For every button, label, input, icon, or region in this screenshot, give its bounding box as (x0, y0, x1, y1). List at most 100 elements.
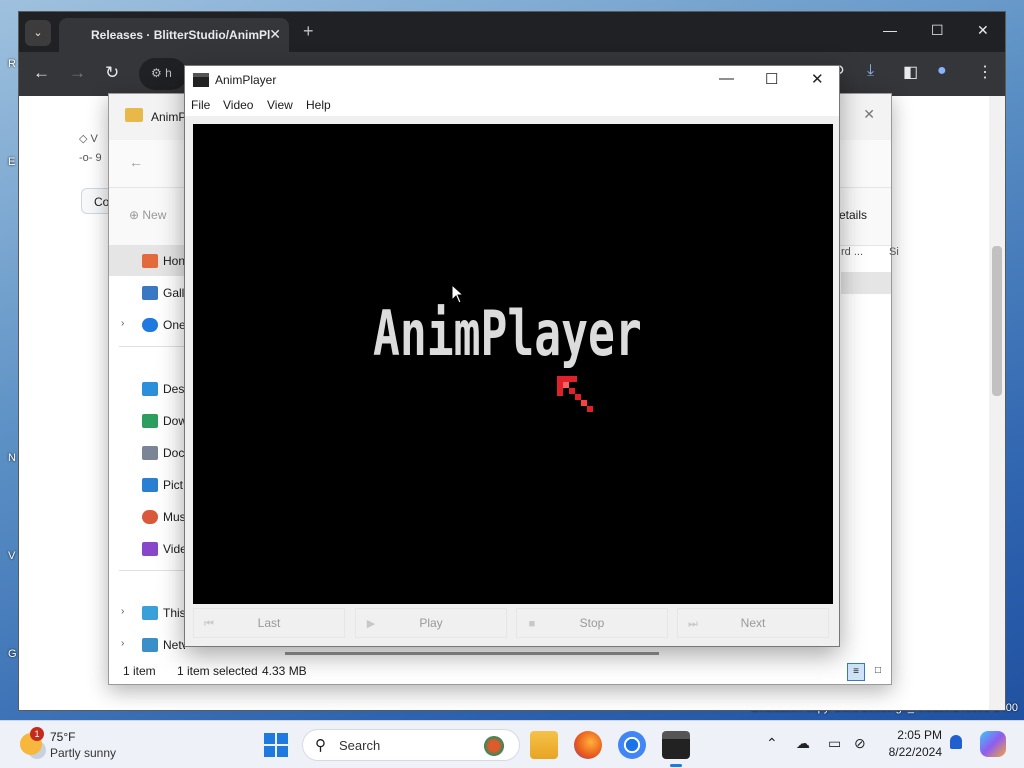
nav-item-gallery[interactable]: Gall (109, 278, 185, 308)
nav-label: Dow (163, 414, 185, 428)
scrollbar-thumb[interactable] (992, 246, 1002, 396)
animplayer-taskbar-icon[interactable] (662, 731, 690, 767)
menu-view[interactable]: View (267, 98, 293, 112)
taskbar: 1 75°F Partly sunny ⚲ Search ⌃ ☁ ▭ ⊘ 2:0… (0, 720, 1024, 768)
nav-divider (119, 346, 185, 347)
play-label: Play (419, 616, 443, 630)
tab-search-chevron-icon[interactable]: ⌄ (25, 20, 51, 46)
new-tab-icon[interactable]: + (303, 21, 314, 42)
desktop-icon-label: G (8, 648, 17, 660)
minimize-button[interactable]: — (719, 70, 734, 87)
selected-file-row[interactable] (841, 272, 891, 294)
nav-item-network[interactable]: › Netv (109, 630, 185, 660)
browser-tab-bar: ⌄ Releases · BlitterStudio/AnimPl ✕ + — … (19, 12, 1005, 52)
back-arrow-icon[interactable]: ← (33, 63, 50, 83)
browser-minimize-button[interactable]: — (883, 22, 897, 38)
tiles-view-icon[interactable]: □ (869, 663, 887, 681)
browser-maximize-button[interactable]: ☐ (931, 22, 944, 39)
profile-avatar-icon[interactable]: ● (937, 62, 947, 80)
nav-label: This (163, 606, 185, 620)
nav-label: Desl (163, 382, 185, 396)
weather-widget[interactable]: 1 75°F Partly sunny (16, 727, 126, 763)
item-count: 1 item (123, 664, 156, 678)
clock[interactable]: 2:05 PM 8/22/2024 (880, 728, 942, 759)
nav-label: Hon (163, 254, 185, 268)
stop-icon: ■ (528, 618, 536, 630)
nav-item-documents[interactable]: Doc (109, 438, 185, 468)
page-text: 9 (95, 152, 102, 164)
selected-count: 1 item selected (177, 664, 258, 678)
cloud-offline-icon[interactable]: ☁ (796, 735, 810, 752)
chevron-up-icon[interactable]: ⌃ (766, 735, 778, 752)
reload-icon[interactable]: ↻ (105, 63, 119, 83)
search-highlight-icon (481, 736, 507, 756)
side-panel-icon[interactable]: ◧ (903, 62, 918, 82)
stop-button[interactable]: ■ Stop (516, 608, 668, 638)
menu-bar: File Video View Help (185, 94, 839, 116)
column-header-size[interactable]: Si (889, 246, 899, 258)
close-button[interactable]: ✕ (811, 70, 824, 88)
address-text: h (165, 66, 172, 80)
last-button[interactable]: ⏮ Last (193, 608, 345, 638)
maximize-button[interactable]: ☐ (765, 70, 778, 88)
next-button[interactable]: ⏭ Next (677, 608, 829, 638)
display-icon[interactable]: ▭ (828, 735, 841, 752)
column-header-date[interactable]: rd ... (841, 246, 863, 258)
menu-help[interactable]: Help (306, 98, 331, 112)
new-label: New (142, 208, 167, 222)
nav-item-downloads[interactable]: Dow (109, 406, 185, 436)
site-info-icon[interactable]: ⚙ (151, 66, 165, 80)
explorer-tab-title[interactable]: AnimP (151, 110, 186, 124)
desktop-icon-label: V (8, 550, 16, 562)
nav-item-home[interactable]: Hon (109, 246, 185, 276)
copilot-icon[interactable] (980, 731, 1006, 757)
nav-item-onedrive[interactable]: › One (109, 310, 185, 340)
chevron-right-icon[interactable]: › (121, 638, 124, 649)
playback-controls: ⏮ Last ▶ Play ■ Stop ⏭ Next (193, 608, 833, 640)
nav-item-pictures[interactable]: Pict (109, 470, 185, 500)
address-bar[interactable]: ⚙ h (139, 58, 187, 90)
explorer-back-icon[interactable]: ← (129, 154, 143, 170)
details-view-icon[interactable]: ≡ (847, 663, 865, 681)
explorer-tab-close-icon[interactable]: ✕ (863, 106, 875, 123)
new-button[interactable]: ⊕ New (129, 208, 166, 222)
page-scrollbar[interactable] (989, 96, 1005, 710)
animation-display[interactable]: AnimPlayer (193, 124, 833, 604)
start-button[interactable] (264, 733, 288, 757)
red-arrow-cursor-icon (557, 376, 593, 412)
videos-icon (142, 542, 158, 556)
weather-temperature: 75°F (50, 730, 76, 744)
tab-close-icon[interactable]: ✕ (269, 26, 281, 43)
details-button[interactable]: etails (839, 208, 867, 222)
chevron-right-icon[interactable]: › (121, 606, 124, 617)
download-icon[interactable]: ⤓ (867, 62, 874, 80)
taskbar-search-box[interactable]: ⚲ Search (302, 729, 520, 761)
animplayer-logo-text: AnimPlayer (373, 297, 642, 370)
chrome-taskbar-icon[interactable] (618, 731, 646, 759)
browser-close-button[interactable]: ✕ (977, 22, 989, 39)
window-title: AnimPlayer (215, 73, 277, 87)
menu-file[interactable]: File (191, 98, 210, 112)
nav-item-desktop[interactable]: Desl (109, 374, 185, 404)
network-status-icon[interactable]: ⊘ (854, 735, 866, 752)
nav-item-this-pc[interactable]: › This (109, 598, 185, 628)
selected-size: 4.33 MB (262, 664, 307, 678)
chevron-right-icon[interactable]: › (121, 318, 124, 329)
forward-arrow-icon[interactable]: → (69, 63, 86, 83)
nav-item-videos[interactable]: Vide (109, 534, 185, 564)
notification-bell-icon[interactable] (950, 735, 962, 749)
desktop-icon-label: R (8, 58, 16, 70)
play-button[interactable]: ▶ Play (355, 608, 507, 638)
mouse-pointer-icon (451, 284, 465, 304)
clapperboard-icon (193, 73, 209, 87)
windows-logo-icon (277, 746, 288, 757)
more-menu-icon[interactable]: ⋮ (977, 62, 993, 82)
menu-video[interactable]: Video (223, 98, 253, 112)
firefox-taskbar-icon[interactable] (574, 731, 602, 759)
nav-item-music[interactable]: Mus (109, 502, 185, 532)
documents-icon (142, 446, 158, 460)
windows-logo-icon (264, 746, 275, 757)
explorer-horizontal-scrollbar[interactable] (285, 652, 659, 655)
browser-tab[interactable]: Releases · BlitterStudio/AnimPl ✕ (59, 18, 289, 52)
file-explorer-taskbar-icon[interactable] (530, 731, 558, 759)
